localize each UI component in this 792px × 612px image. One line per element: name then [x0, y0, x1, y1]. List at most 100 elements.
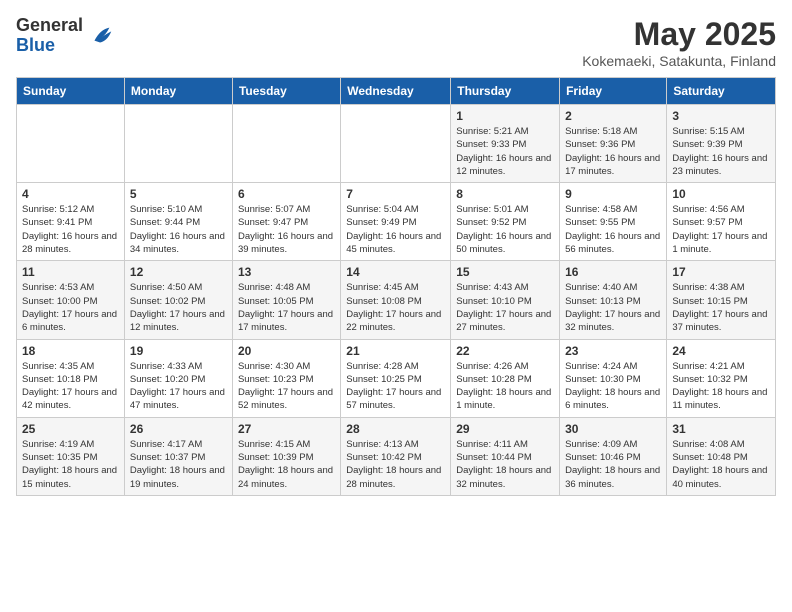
- calendar-table: SundayMondayTuesdayWednesdayThursdayFrid…: [16, 77, 776, 496]
- day-info: Sunrise: 4:19 AMSunset: 10:35 PMDaylight…: [22, 438, 119, 491]
- logo: General Blue: [16, 16, 115, 56]
- day-info: Sunrise: 5:15 AMSunset: 9:39 PMDaylight:…: [672, 125, 770, 178]
- day-number: 7: [346, 187, 445, 201]
- week-row-3: 11Sunrise: 4:53 AMSunset: 10:00 PMDaylig…: [17, 261, 776, 339]
- day-info: Sunrise: 4:13 AMSunset: 10:42 PMDaylight…: [346, 438, 445, 491]
- day-info: Sunrise: 5:18 AMSunset: 9:36 PMDaylight:…: [565, 125, 661, 178]
- day-info: Sunrise: 4:28 AMSunset: 10:25 PMDaylight…: [346, 360, 445, 413]
- day-info: Sunrise: 5:21 AMSunset: 9:33 PMDaylight:…: [456, 125, 554, 178]
- day-number: 24: [672, 344, 770, 358]
- day-cell: 23Sunrise: 4:24 AMSunset: 10:30 PMDaylig…: [560, 339, 667, 417]
- day-cell: 3 Sunrise: 5:15 AMSunset: 9:39 PMDaylight…: [667, 105, 776, 183]
- day-number: 17: [672, 265, 770, 279]
- week-row-5: 25 Sunrise: 4:19 AMSunset: 10:35 PMDaylig…: [17, 417, 776, 495]
- day-cell: 25 Sunrise: 4:19 AMSunset: 10:35 PMDaylig…: [17, 417, 125, 495]
- day-number: 2: [565, 109, 661, 123]
- day-cell: 28Sunrise: 4:13 AMSunset: 10:42 PMDaylig…: [341, 417, 451, 495]
- day-cell: 7 Sunrise: 5:04 AMSunset: 9:49 PMDaylight…: [341, 183, 451, 261]
- week-row-2: 4Sunrise: 5:12 AMSunset: 9:41 PMDaylight…: [17, 183, 776, 261]
- day-number: 31: [672, 422, 770, 436]
- day-cell: 2 Sunrise: 5:18 AMSunset: 9:36 PMDaylight…: [560, 105, 667, 183]
- day-number: 8: [456, 187, 554, 201]
- day-cell: [17, 105, 125, 183]
- day-info: Sunrise: 4:09 AMSunset: 10:46 PMDaylight…: [565, 438, 661, 491]
- day-cell: 14 Sunrise: 4:45 AMSunset: 10:08 PMDaylig…: [341, 261, 451, 339]
- day-number: 6: [238, 187, 335, 201]
- day-cell: 1 Sunrise: 5:21 AMSunset: 9:33 PMDaylight…: [451, 105, 560, 183]
- day-number: 14: [346, 265, 445, 279]
- header-cell-tuesday: Tuesday: [232, 78, 340, 105]
- day-info: Sunrise: 4:08 AMSunset: 10:48 PMDaylight…: [672, 438, 770, 491]
- day-info: Sunrise: 4:56 AMSunset: 9:57 PMDaylight:…: [672, 203, 770, 256]
- day-cell: 15 Sunrise: 4:43 AMSunset: 10:10 PMDaylig…: [451, 261, 560, 339]
- day-number: 18: [22, 344, 119, 358]
- day-cell: 30Sunrise: 4:09 AMSunset: 10:46 PMDaylig…: [560, 417, 667, 495]
- day-cell: 12 Sunrise: 4:50 AMSunset: 10:02 PMDaylig…: [124, 261, 232, 339]
- day-number: 26: [130, 422, 227, 436]
- day-info: Sunrise: 4:50 AMSunset: 10:02 PMDaylight…: [130, 281, 227, 334]
- day-cell: 9Sunrise: 4:58 AMSunset: 9:55 PMDaylight…: [560, 183, 667, 261]
- logo-text-general: General: [16, 15, 83, 35]
- day-cell: 8 Sunrise: 5:01 AMSunset: 9:52 PMDaylight…: [451, 183, 560, 261]
- day-info: Sunrise: 4:15 AMSunset: 10:39 PMDaylight…: [238, 438, 335, 491]
- day-info: Sunrise: 5:04 AMSunset: 9:49 PMDaylight:…: [346, 203, 445, 256]
- day-number: 11: [22, 265, 119, 279]
- header-cell-friday: Friday: [560, 78, 667, 105]
- day-info: Sunrise: 5:01 AMSunset: 9:52 PMDaylight:…: [456, 203, 554, 256]
- day-cell: 19 Sunrise: 4:33 AMSunset: 10:20 PMDaylig…: [124, 339, 232, 417]
- day-number: 10: [672, 187, 770, 201]
- day-number: 20: [238, 344, 335, 358]
- day-cell: 24Sunrise: 4:21 AMSunset: 10:32 PMDaylig…: [667, 339, 776, 417]
- header-cell-thursday: Thursday: [451, 78, 560, 105]
- day-info: Sunrise: 4:38 AMSunset: 10:15 PMDaylight…: [672, 281, 770, 334]
- day-number: 27: [238, 422, 335, 436]
- calendar-subtitle: Kokemaeki, Satakunta, Finland: [582, 53, 776, 69]
- day-cell: 5Sunrise: 5:10 AMSunset: 9:44 PMDaylight…: [124, 183, 232, 261]
- calendar-title: May 2025: [582, 16, 776, 53]
- header-cell-saturday: Saturday: [667, 78, 776, 105]
- day-info: Sunrise: 4:40 AMSunset: 10:13 PMDaylight…: [565, 281, 661, 334]
- header-cell-monday: Monday: [124, 78, 232, 105]
- day-info: Sunrise: 4:45 AMSunset: 10:08 PMDaylight…: [346, 281, 445, 334]
- week-row-1: 1 Sunrise: 5:21 AMSunset: 9:33 PMDaylight…: [17, 105, 776, 183]
- day-info: Sunrise: 5:07 AMSunset: 9:47 PMDaylight:…: [238, 203, 335, 256]
- day-cell: 11Sunrise: 4:53 AMSunset: 10:00 PMDaylig…: [17, 261, 125, 339]
- header-cell-wednesday: Wednesday: [341, 78, 451, 105]
- day-info: Sunrise: 4:58 AMSunset: 9:55 PMDaylight:…: [565, 203, 661, 256]
- day-info: Sunrise: 4:11 AMSunset: 10:44 PMDaylight…: [456, 438, 554, 491]
- day-cell: 22 Sunrise: 4:26 AMSunset: 10:28 PMDaylig…: [451, 339, 560, 417]
- day-number: 15: [456, 265, 554, 279]
- day-number: 5: [130, 187, 227, 201]
- day-cell: [232, 105, 340, 183]
- page-header: General Blue May 2025 Kokemaeki, Satakun…: [16, 16, 776, 69]
- day-cell: 29Sunrise: 4:11 AMSunset: 10:44 PMDaylig…: [451, 417, 560, 495]
- day-cell: 6 Sunrise: 5:07 AMSunset: 9:47 PMDaylight…: [232, 183, 340, 261]
- day-number: 16: [565, 265, 661, 279]
- day-cell: 17 Sunrise: 4:38 AMSunset: 10:15 PMDaylig…: [667, 261, 776, 339]
- day-cell: 18 Sunrise: 4:35 AMSunset: 10:18 PMDaylig…: [17, 339, 125, 417]
- day-number: 23: [565, 344, 661, 358]
- logo-text-blue: Blue: [16, 35, 55, 55]
- header-row: SundayMondayTuesdayWednesdayThursdayFrid…: [17, 78, 776, 105]
- day-number: 12: [130, 265, 227, 279]
- day-cell: [124, 105, 232, 183]
- day-cell: 31 Sunrise: 4:08 AMSunset: 10:48 PMDaylig…: [667, 417, 776, 495]
- day-number: 25: [22, 422, 119, 436]
- day-number: 22: [456, 344, 554, 358]
- day-cell: [341, 105, 451, 183]
- day-info: Sunrise: 4:17 AMSunset: 10:37 PMDaylight…: [130, 438, 227, 491]
- day-cell: 4Sunrise: 5:12 AMSunset: 9:41 PMDaylight…: [17, 183, 125, 261]
- day-info: Sunrise: 4:48 AMSunset: 10:05 PMDaylight…: [238, 281, 335, 334]
- day-info: Sunrise: 4:43 AMSunset: 10:10 PMDaylight…: [456, 281, 554, 334]
- day-info: Sunrise: 4:26 AMSunset: 10:28 PMDaylight…: [456, 360, 554, 413]
- day-info: Sunrise: 5:12 AMSunset: 9:41 PMDaylight:…: [22, 203, 119, 256]
- day-number: 19: [130, 344, 227, 358]
- week-row-4: 18 Sunrise: 4:35 AMSunset: 10:18 PMDaylig…: [17, 339, 776, 417]
- day-number: 1: [456, 109, 554, 123]
- day-info: Sunrise: 4:35 AMSunset: 10:18 PMDaylight…: [22, 360, 119, 413]
- day-cell: 13 Sunrise: 4:48 AMSunset: 10:05 PMDaylig…: [232, 261, 340, 339]
- day-info: Sunrise: 4:33 AMSunset: 10:20 PMDaylight…: [130, 360, 227, 413]
- day-cell: 20Sunrise: 4:30 AMSunset: 10:23 PMDaylig…: [232, 339, 340, 417]
- day-number: 3: [672, 109, 770, 123]
- day-number: 13: [238, 265, 335, 279]
